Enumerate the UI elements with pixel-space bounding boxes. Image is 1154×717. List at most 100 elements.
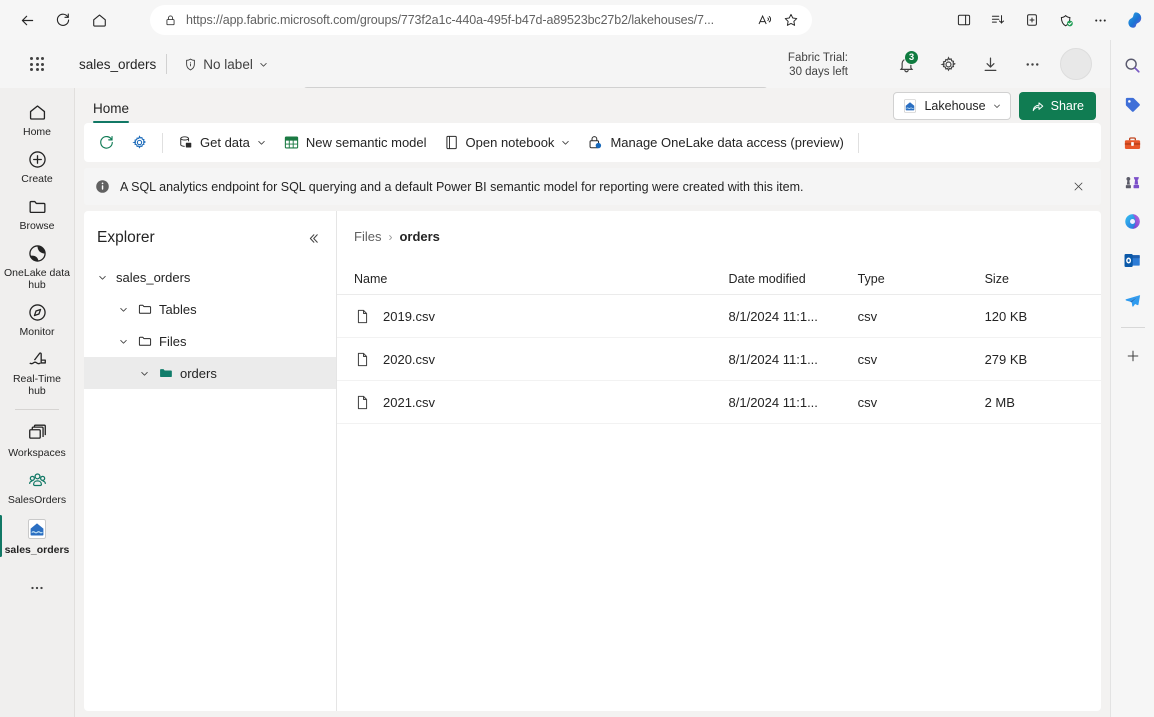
cell-type: csv (857, 294, 985, 338)
browser-home-icon[interactable] (84, 5, 114, 35)
shield-icon (186, 58, 196, 70)
browser-essentials-icon[interactable] (1016, 5, 1048, 35)
chevron-down-icon[interactable] (115, 301, 131, 317)
settings-more-icon[interactable] (1084, 5, 1116, 35)
folder-outline-icon (138, 304, 152, 314)
refresh-button[interactable] (90, 128, 123, 157)
breadcrumb-separator-icon: › (388, 229, 393, 244)
tab-home[interactable]: Home (84, 97, 138, 123)
chevron-down-icon[interactable] (94, 269, 110, 285)
microsoft-365-icon[interactable] (1118, 206, 1148, 236)
breadcrumb-item-orders: orders (399, 229, 440, 244)
cell-type: csv (857, 380, 985, 424)
get-data-button[interactable]: Get data (169, 128, 275, 157)
cell-date-modified: 8/1/2024 11:1... (728, 337, 858, 381)
games-chess-icon[interactable] (1118, 167, 1148, 197)
cell-type: csv (857, 337, 985, 381)
semantic-model-icon (284, 136, 299, 149)
manage-onelake-data-access-button[interactable]: Manage OneLake data access (preview) (579, 128, 851, 157)
rail-item-sales-orders-lakehouse[interactable]: sales_orders (0, 511, 73, 561)
tools-toolbox-icon[interactable] (1118, 128, 1148, 158)
split-screen-icon[interactable] (948, 5, 980, 35)
monitor-icon (28, 304, 46, 321)
chevron-down-icon[interactable] (136, 365, 152, 381)
rail-item-home[interactable]: Home (1, 96, 73, 143)
tree-item-label: Tables (159, 301, 197, 317)
browser-back-icon[interactable] (12, 5, 42, 35)
trial-line-2: 30 days left (789, 66, 848, 78)
get-data-label: Get data (200, 135, 250, 150)
send-plane-icon[interactable] (1118, 284, 1148, 314)
fabric-trial-status: Fabric Trial: 30 days left (788, 51, 848, 79)
rail-item-onelake-data-hub[interactable]: OneLake data hub (1, 237, 73, 296)
breadcrumb-item-files[interactable]: Files (354, 229, 381, 244)
rail-label: SalesOrders (7, 494, 67, 506)
collections-icon[interactable] (982, 5, 1014, 35)
fabric-application: sales_orders No label Fabric Trial: 30 d… (0, 40, 1110, 717)
chevron-down-icon (562, 140, 570, 145)
rail-item-sales-orders-workspace[interactable]: SalesOrders (1, 464, 73, 511)
tree-item-files[interactable]: Files (84, 325, 336, 357)
rail-item-create[interactable]: Create (1, 143, 73, 190)
settings-gear-icon[interactable] (930, 46, 966, 82)
app-launcher-icon[interactable] (19, 46, 55, 82)
sidebar-divider (1120, 327, 1145, 328)
lakehouse-mode-switcher[interactable]: Lakehouse (893, 92, 1011, 120)
table-row[interactable]: 2019.csv 8/1/2024 11:1... csv 120 KB (337, 294, 1101, 338)
file-csv-icon (357, 395, 368, 409)
rail-divider (15, 409, 59, 410)
browser-toolbar-right (948, 5, 1150, 35)
tree-item-label: Files (159, 333, 187, 349)
table-row[interactable]: 2020.csv 8/1/2024 11:1... csv 279 KB (337, 337, 1101, 381)
rail-more-options-icon[interactable] (17, 573, 57, 603)
read-aloud-icon[interactable] (752, 7, 778, 33)
new-semantic-model-button[interactable]: New semantic model (275, 128, 435, 157)
column-header-name[interactable]: Name (337, 265, 729, 295)
notebook-icon (445, 135, 457, 150)
notifications-bell-icon[interactable]: 3 (888, 46, 924, 82)
tree-item-label: sales_orders (116, 269, 191, 285)
open-notebook-button[interactable]: Open notebook (435, 128, 580, 157)
favorite-star-icon[interactable] (778, 7, 804, 33)
lakehouse-icon (28, 519, 46, 539)
chevron-down-icon (258, 140, 265, 145)
lakehouse-settings-button[interactable] (123, 128, 156, 157)
tree-item-orders[interactable]: orders (84, 357, 336, 389)
copilot-icon[interactable] (1118, 5, 1150, 35)
collapse-panel-icon[interactable] (300, 225, 326, 251)
rail-item-workspaces[interactable]: Workspaces (1, 417, 73, 464)
rail-item-real-time-hub[interactable]: Real-Time hub (1, 343, 73, 402)
file-csv-icon (357, 309, 368, 323)
tree-item-label: orders (180, 365, 217, 381)
table-row[interactable]: 2021.csv 8/1/2024 11:1... csv 2 MB (337, 380, 1101, 424)
address-bar[interactable]: https://app.fabric.microsoft.com/groups/… (150, 5, 812, 35)
rail-item-monitor[interactable]: Monitor (1, 296, 73, 343)
search-icon[interactable] (1118, 50, 1148, 80)
outlook-icon[interactable] (1118, 245, 1148, 275)
file-name-label: 2019.csv (383, 308, 436, 324)
extensions-shield-icon[interactable] (1050, 5, 1082, 35)
add-app-icon[interactable] (1118, 341, 1148, 371)
column-header-type[interactable]: Type (857, 265, 985, 295)
shopping-tag-icon[interactable] (1118, 89, 1148, 119)
share-button[interactable]: Share (1018, 92, 1096, 120)
sensitivity-label-button[interactable]: No label (177, 53, 275, 76)
settings-gear-icon (132, 135, 147, 149)
download-icon[interactable] (972, 46, 1008, 82)
tree-item-tables[interactable]: Tables (84, 293, 336, 325)
rail-item-browse[interactable]: Browse (1, 190, 73, 237)
onelake-data-hub-icon (28, 245, 46, 262)
cell-name: 2020.csv (337, 337, 729, 381)
explorer-panel: Explorer sales_orders Tables Files order… (84, 211, 337, 711)
rail-label: sales_orders (4, 544, 70, 556)
close-icon[interactable] (1065, 174, 1091, 200)
more-options-icon[interactable] (1014, 46, 1050, 82)
user-avatar[interactable] (1060, 48, 1092, 80)
chevron-down-icon[interactable] (115, 333, 131, 349)
column-header-size[interactable]: Size (984, 265, 1101, 295)
browser-refresh-icon[interactable] (48, 5, 78, 35)
column-header-date-modified[interactable]: Date modified (728, 265, 858, 295)
real-time-hub-icon (28, 352, 46, 365)
tree-item-sales-orders[interactable]: sales_orders (84, 261, 336, 293)
cell-date-modified: 8/1/2024 11:1... (728, 294, 858, 338)
